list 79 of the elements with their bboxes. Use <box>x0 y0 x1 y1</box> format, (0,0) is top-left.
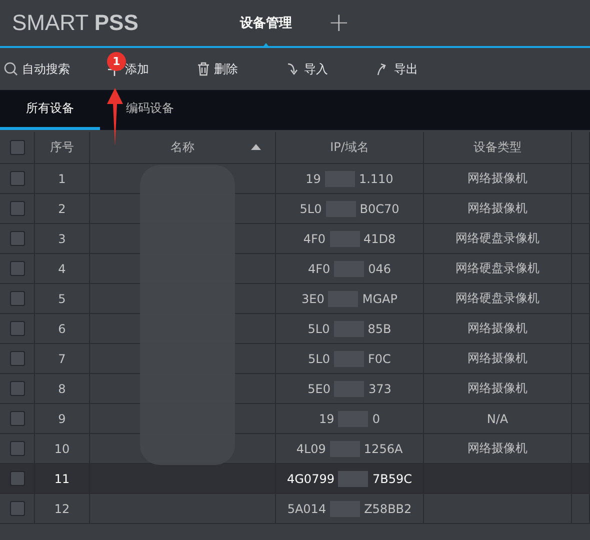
table-cell: 网络摄像机 <box>468 170 528 187</box>
table-cell: 2 <box>58 202 66 216</box>
column-header[interactable]: 序号 <box>50 139 74 156</box>
row-checkbox[interactable] <box>10 261 24 276</box>
table-cell: 12 <box>54 502 70 516</box>
row-checkbox[interactable] <box>10 231 24 246</box>
table-cell: Z58BB2 <box>364 502 412 516</box>
table-cell: 85B <box>368 322 392 336</box>
table-cell: 网络硬盘录像机 <box>456 230 540 247</box>
table-cell: N/A <box>486 412 508 426</box>
table-cell: 5L0 <box>308 352 330 366</box>
table-row[interactable]: 12 5A014 Z58BB2 <box>0 494 590 524</box>
step-badge: 1 <box>107 52 126 71</box>
table-cell: 7 <box>58 352 66 366</box>
select-all-checkbox[interactable] <box>10 140 24 155</box>
row-checkbox[interactable] <box>10 411 24 426</box>
app-logo: SMART PSS <box>11 10 140 36</box>
search-button[interactable]: 自动搜索 <box>0 60 74 78</box>
table-cell: 4L09 <box>296 442 326 456</box>
row-checkbox[interactable] <box>10 321 24 336</box>
table-cell: 网络硬盘录像机 <box>456 290 540 307</box>
table-cell: 8 <box>58 382 66 396</box>
table-cell: 41D8 <box>364 232 396 246</box>
table-cell: 4G0799 <box>287 472 334 486</box>
column-header[interactable]: 设备类型 <box>474 139 522 156</box>
table-cell: 网络摄像机 <box>468 380 528 397</box>
table-cell: 19 <box>319 412 334 426</box>
table-cell: 5L0 <box>300 202 322 216</box>
import-button[interactable]: 导入 <box>282 60 332 78</box>
table-cell: 4F0 <box>303 232 326 246</box>
table-cell: 网络摄像机 <box>468 320 528 337</box>
table-cell: 0 <box>372 412 380 426</box>
table-cell: B0C70 <box>360 202 400 216</box>
table-cell: 1.110 <box>358 172 394 186</box>
row-checkbox[interactable] <box>10 201 24 216</box>
table-cell: 4 <box>58 262 66 276</box>
row-checkbox[interactable] <box>10 291 24 306</box>
table-cell: 3E0 <box>302 292 324 306</box>
table-cell: 网络摄像机 <box>468 440 528 457</box>
table-cell: MGAP <box>362 292 398 306</box>
row-checkbox[interactable] <box>10 471 24 486</box>
table-cell: 373 <box>368 382 392 396</box>
table-cell: 19 <box>306 172 321 186</box>
table-cell: 9 <box>58 412 66 426</box>
table-cell: 3 <box>58 232 66 246</box>
table-cell: 7B59C <box>372 472 412 486</box>
row-checkbox[interactable] <box>10 171 24 186</box>
table-cell: 10 <box>54 442 70 456</box>
table-cell: 1256A <box>364 442 403 456</box>
table-cell: F0C <box>368 352 391 366</box>
row-checkbox[interactable] <box>10 351 24 366</box>
table-cell: 11 <box>54 472 70 486</box>
device-tab[interactable]: 编码设备 <box>100 90 200 130</box>
add-tab-button[interactable]: + <box>328 8 350 38</box>
table-cell: 网络摄像机 <box>468 350 528 367</box>
table-cell: 5E0 <box>308 382 330 396</box>
column-header[interactable]: 名称 <box>170 139 194 156</box>
table-cell: 1 <box>58 172 66 186</box>
column-header[interactable]: IP/域名 <box>330 139 369 156</box>
sort-arrow-icon <box>251 144 261 150</box>
table-cell: 网络摄像机 <box>468 200 528 217</box>
table-cell: 网络硬盘录像机 <box>456 260 540 277</box>
table-cell: 4F0 <box>308 262 330 276</box>
table-cell: 5L0 <box>308 322 330 336</box>
table-cell: 5A014 <box>287 502 326 516</box>
main-tab[interactable]: 设备管理 <box>212 0 320 46</box>
row-checkbox[interactable] <box>10 381 24 396</box>
table-cell: 046 <box>368 262 392 276</box>
row-checkbox[interactable] <box>10 441 24 456</box>
export-button[interactable]: 导出 <box>372 60 422 78</box>
blur-patch <box>338 470 368 486</box>
trash-icon <box>197 62 210 76</box>
table-cell: 6 <box>58 322 66 336</box>
table-cell: 5 <box>58 292 66 306</box>
table-row[interactable]: 11 4G0799 7B59C <box>0 464 590 494</box>
delete-button[interactable]: 删除 <box>193 60 242 78</box>
row-checkbox[interactable] <box>10 501 24 516</box>
import-arrow-icon <box>286 62 300 76</box>
search-icon <box>4 62 18 76</box>
